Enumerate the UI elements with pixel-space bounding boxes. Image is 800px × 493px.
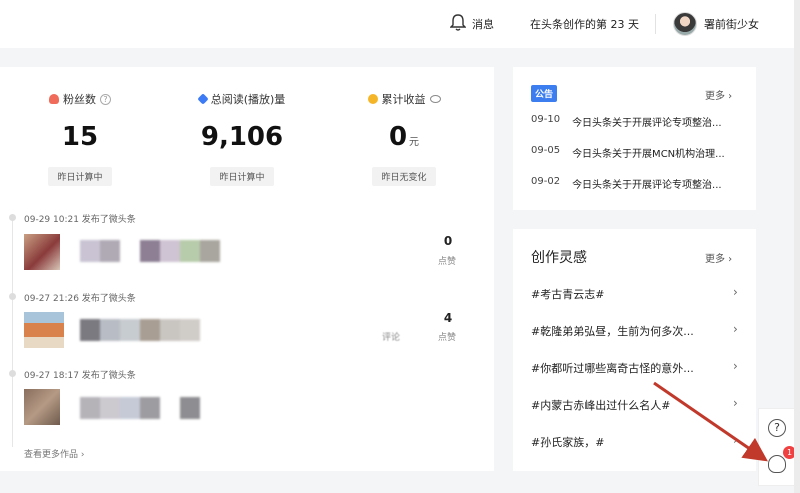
post-thumbnail[interactable]: [24, 234, 60, 270]
creation-days: 在头条创作的第 23 天: [530, 18, 639, 31]
avatar[interactable]: [673, 12, 697, 36]
scrollbar[interactable]: [794, 0, 800, 493]
header-divider: [655, 14, 656, 34]
inspiration-topic[interactable]: #考古青云志#: [531, 286, 741, 302]
headset-icon[interactable]: [768, 455, 786, 473]
post-preview[interactable]: [80, 319, 200, 341]
post-meta: 09-27 18:17 发布了微头条: [24, 371, 136, 381]
inspiration-title: 创作灵感: [531, 250, 587, 266]
inspiration-topic[interactable]: #你都听过哪些离奇古怪的意外...: [531, 360, 741, 376]
notice-date: 09-05: [531, 145, 561, 156]
inspiration-card: 创作灵感 更多 › #考古青云志# › #乾隆弟弟弘昼，生前为何多次... › …: [513, 229, 756, 471]
notice-card: 公告 更多 › 09-10 今日头条关于开展评论专项整治... 09-05 今日…: [513, 67, 756, 210]
notice-date: 09-02: [531, 176, 561, 187]
comment-label: 评论: [382, 333, 401, 343]
post-meta: 09-27 21:26 发布了微头条: [24, 294, 136, 304]
username[interactable]: 署前街少女: [704, 16, 759, 32]
stat-unit: 元: [409, 137, 420, 148]
stat-followers[interactable]: 粉丝数 ? 15 昨日计算中: [0, 91, 160, 186]
stat-label: 总阅读(播放)量: [210, 93, 286, 106]
notice-tag: 公告: [531, 85, 558, 102]
post-thumbnail[interactable]: [24, 312, 64, 348]
timeline-dot: [9, 214, 16, 221]
chevron-right-icon[interactable]: ›: [733, 396, 738, 410]
post-thumbnail[interactable]: [24, 389, 60, 425]
post-meta: 09-29 10:21 发布了微头条: [24, 215, 136, 225]
notice-more-link[interactable]: 更多 ›: [705, 87, 732, 102]
floating-help-panel: ? 1: [758, 408, 796, 486]
inspiration-topic[interactable]: #乾隆弟弟弘昼，生前为何多次...: [531, 323, 741, 339]
help-icon[interactable]: ?: [768, 419, 786, 437]
coin-icon: [367, 94, 378, 104]
inspiration-more-label: 更多: [705, 254, 725, 265]
like-count: 4: [443, 311, 453, 325]
inspiration-topic[interactable]: #孙氏家族，#: [531, 434, 741, 450]
notice-more-label: 更多: [705, 91, 725, 102]
data-overview-card: 粉丝数 ? 15 昨日计算中 总阅读(播放)量 9,106 昨日计算中 累计收益…: [0, 67, 494, 471]
eye-icon[interactable]: [429, 95, 441, 103]
stat-value: 0: [388, 122, 408, 152]
chevron-right-icon[interactable]: ›: [733, 322, 738, 336]
bell-icon[interactable]: [450, 14, 466, 32]
like-label: 点赞: [438, 257, 457, 267]
like-count: 0: [443, 234, 453, 248]
stat-reads[interactable]: 总阅读(播放)量 9,106 昨日计算中: [162, 91, 322, 186]
notice-item[interactable]: 09-05 今日头条关于开展MCN机构治理...: [531, 145, 751, 160]
more-works-label: 查看更多作品: [24, 450, 79, 460]
notice-item[interactable]: 09-10 今日头条关于开展评论专项整治...: [531, 114, 751, 129]
stat-note: 昨日计算中: [210, 167, 274, 186]
stat-value: 9,106: [200, 122, 284, 152]
notice-title: 今日头条关于开展MCN机构治理...: [572, 149, 725, 160]
messages-link[interactable]: 消息: [472, 16, 494, 32]
timeline-line: [12, 217, 13, 447]
post-preview[interactable]: [80, 240, 220, 262]
chevron-right-icon[interactable]: ›: [733, 359, 738, 373]
stat-note: 昨日无变化: [372, 167, 436, 186]
help-icon[interactable]: ?: [100, 93, 111, 105]
stat-note: 昨日计算中: [48, 167, 112, 186]
chevron-right-icon[interactable]: ›: [733, 433, 738, 447]
read-icon: [197, 93, 209, 105]
notice-title: 今日头条关于开展评论专项整治...: [572, 118, 722, 129]
like-label: 点赞: [438, 333, 457, 343]
notice-date: 09-10: [531, 114, 561, 125]
inspiration-topic[interactable]: #内蒙古赤峰出过什么名人#: [531, 397, 741, 413]
inspiration-more-link[interactable]: 更多 ›: [705, 250, 732, 265]
timeline-dot: [9, 370, 16, 377]
post-preview[interactable]: [80, 397, 200, 419]
stat-label: 粉丝数: [63, 93, 96, 106]
notice-title: 今日头条关于开展评论专项整治...: [572, 180, 722, 191]
person-icon: [49, 94, 59, 104]
chevron-right-icon[interactable]: ›: [733, 285, 738, 299]
view-more-works-link[interactable]: 查看更多作品 ›: [24, 447, 84, 460]
top-bar: 消息 在头条创作的第 23 天 署前街少女: [0, 0, 800, 48]
stat-value: 15: [61, 122, 99, 152]
stat-earnings[interactable]: 累计收益 0元 昨日无变化: [324, 91, 484, 186]
notice-item[interactable]: 09-02 今日头条关于开展评论专项整治...: [531, 176, 751, 191]
timeline-dot: [9, 293, 16, 300]
stat-label: 累计收益: [381, 93, 426, 106]
